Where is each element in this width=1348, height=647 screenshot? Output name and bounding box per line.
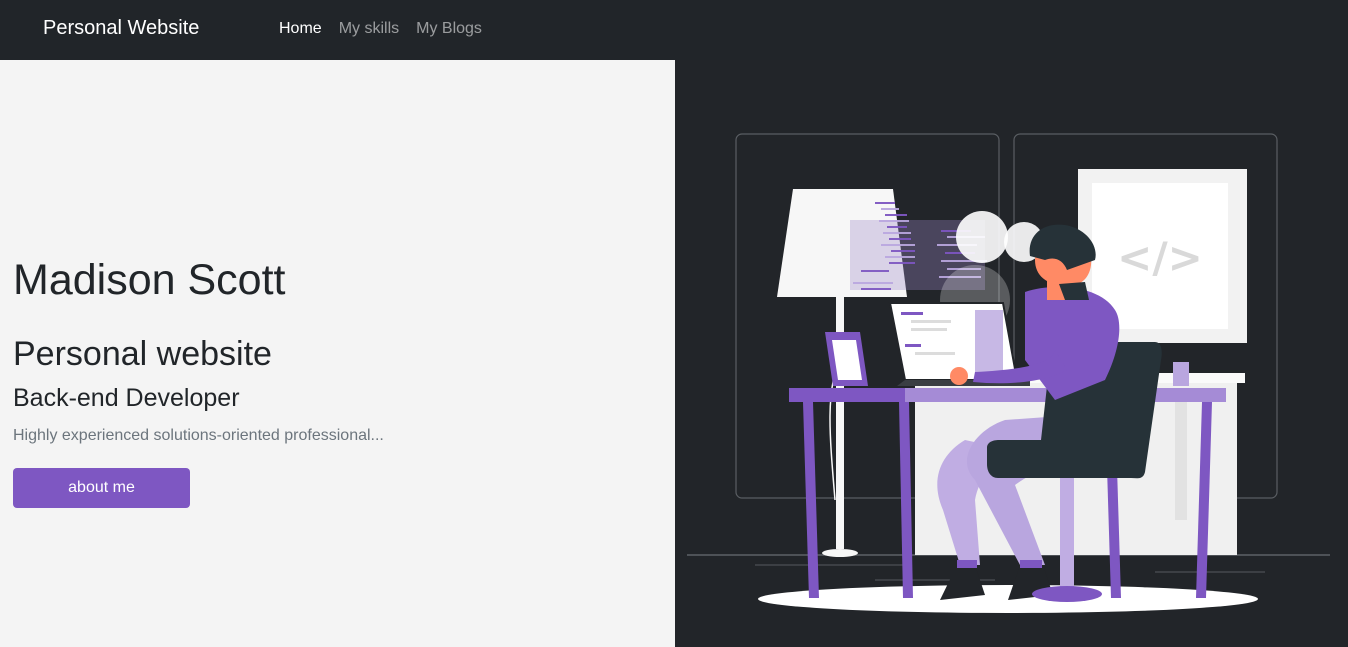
- developer-at-desk-illustration: </>: [687, 133, 1330, 613]
- hero-subtitle: Personal website: [13, 335, 272, 373]
- hero-role: Back-end Developer: [13, 384, 240, 412]
- illustration-panel: </>: [675, 60, 1348, 647]
- about-me-button[interactable]: about me: [13, 468, 190, 508]
- hero-name: Madison Scott: [13, 256, 286, 304]
- nav-link-home[interactable]: Home: [279, 18, 322, 40]
- hero-section: Madison Scott Personal website Back-end …: [0, 60, 675, 647]
- nav-links: Home My skills My Blogs: [279, 18, 482, 40]
- nav-link-my-blogs[interactable]: My Blogs: [416, 18, 482, 40]
- brand-link[interactable]: Personal Website: [43, 15, 199, 41]
- code-glyph: </>: [1117, 233, 1203, 282]
- nav-link-my-skills[interactable]: My skills: [339, 18, 399, 40]
- hero-description: Highly experienced solutions-oriented pr…: [13, 427, 384, 444]
- navbar: Personal Website Home My skills My Blogs: [0, 0, 1348, 60]
